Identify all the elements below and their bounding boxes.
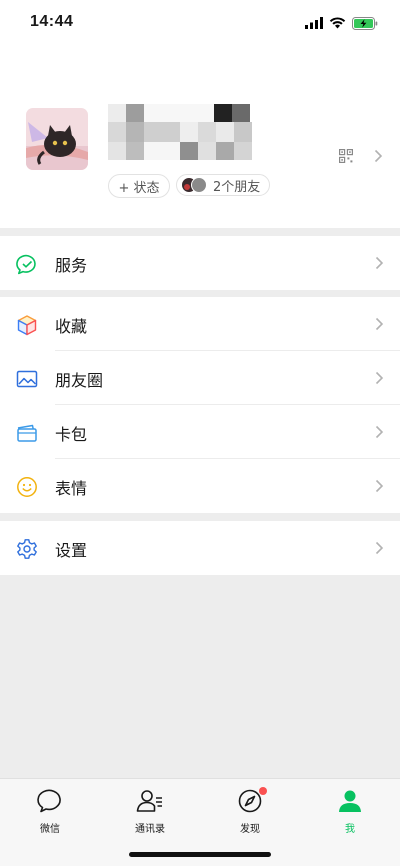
services-label: 服务 (55, 256, 88, 275)
chevron-right-icon (375, 317, 384, 331)
chevron-right-icon (375, 479, 384, 493)
chevron-right-icon (375, 371, 384, 385)
contacts-icon (136, 790, 162, 812)
person-icon (339, 790, 361, 812)
battery-charging-icon (352, 16, 378, 30)
gear-icon (17, 539, 37, 559)
chevron-right-icon (375, 425, 384, 439)
profile-name-pixelated (108, 104, 268, 162)
favorites-label: 收藏 (55, 317, 88, 336)
notification-dot (259, 787, 267, 795)
chevron-right-icon (375, 541, 384, 555)
qr-code-icon[interactable] (339, 149, 353, 163)
chat-bubble-icon (37, 789, 61, 813)
wifi-icon (329, 17, 346, 29)
tab-me[interactable]: 我 (310, 789, 390, 835)
menu-group-settings: 设置 (0, 521, 400, 575)
profile-header[interactable]: + 状态 2个朋友 (0, 48, 400, 228)
tab-chats-label: 微信 (40, 824, 60, 835)
menu-item-moments[interactable]: 朋友圈 (0, 351, 400, 405)
stickers-label: 表情 (55, 479, 88, 498)
chevron-right-icon (374, 149, 383, 163)
tab-me-label: 我 (345, 824, 355, 835)
menu-group-services: 服务 (0, 236, 400, 290)
avatar[interactable] (26, 108, 88, 170)
settings-label: 设置 (55, 541, 88, 560)
menu-item-favorites[interactable]: 收藏 (0, 297, 400, 351)
services-icon (16, 254, 36, 275)
favorites-cube-icon (17, 315, 37, 336)
moments-image-icon (16, 370, 38, 388)
moments-label: 朋友圈 (55, 371, 104, 390)
menu-group-main: 收藏 朋友圈 卡包 表情 (0, 297, 400, 513)
tab-contacts[interactable]: 通讯录 (110, 789, 190, 835)
card-wallet-icon (17, 424, 37, 442)
menu-item-stickers[interactable]: 表情 (0, 459, 400, 513)
smiley-icon (17, 477, 37, 497)
menu-item-services[interactable]: 服务 (0, 236, 400, 290)
friends-chip-label: 2个朋友 (213, 179, 261, 195)
status-bar: 14:44 (0, 0, 400, 48)
cellular-signal-icon (305, 17, 323, 29)
friend-avatar-2 (191, 177, 207, 193)
tab-chats[interactable]: 微信 (10, 789, 90, 835)
cards-label: 卡包 (55, 425, 88, 444)
status-time: 14:44 (30, 13, 74, 30)
add-status-chip[interactable]: + 状态 (108, 174, 170, 198)
tab-contacts-label: 通讯录 (135, 824, 165, 835)
friends-chip[interactable]: 2个朋友 (176, 174, 270, 196)
tab-discover-label: 发现 (240, 824, 260, 835)
menu-item-settings[interactable]: 设置 (0, 521, 400, 575)
tab-discover[interactable]: 发现 (210, 787, 290, 835)
home-indicator (129, 852, 271, 857)
friend-avatars (181, 177, 209, 193)
chevron-right-icon (375, 256, 384, 270)
menu-item-cards[interactable]: 卡包 (0, 405, 400, 459)
add-status-label: + 状态 (118, 180, 160, 196)
friend-avatar-1-accent (184, 184, 190, 190)
